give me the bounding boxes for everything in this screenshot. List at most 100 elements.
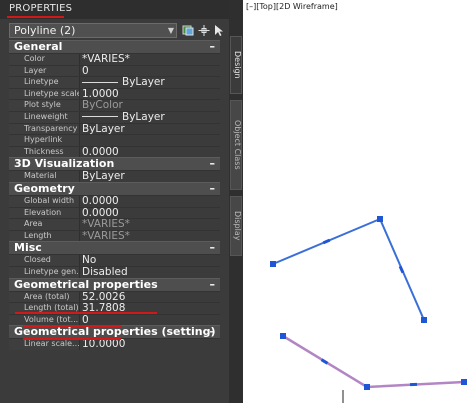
property-row[interactable]: Color *VARIES* — [9, 53, 220, 65]
midpoint-grip[interactable] — [398, 265, 405, 274]
property-row[interactable]: Linear scale... 10.0000 — [9, 338, 220, 350]
property-label: Plot style — [9, 100, 80, 111]
property-label: Closed — [9, 255, 80, 266]
toggle-pickadd-icon[interactable] — [181, 23, 195, 38]
palette-side-tabs: Design Object Class Display — [229, 0, 243, 403]
tab-display[interactable]: Display — [230, 196, 242, 256]
property-label: Linetype gen... — [9, 266, 80, 278]
tab-object-class[interactable]: Object Class — [230, 100, 242, 190]
property-value[interactable]: *VARIES* — [82, 231, 130, 242]
section-title: Geometrical properties — [14, 277, 158, 291]
vertex-grip[interactable] — [270, 261, 276, 267]
property-row[interactable]: Area *VARIES* — [9, 218, 220, 230]
section-header[interactable]: 3D Visualization – — [9, 157, 220, 171]
property-value-text: ByLayer — [122, 76, 165, 89]
property-row[interactable]: Transparency ByLayer — [9, 122, 220, 135]
property-value[interactable]: *VARIES* — [82, 54, 130, 65]
property-row[interactable]: Area (total) 52.0026 — [9, 290, 220, 303]
property-value[interactable]: *VARIES* — [82, 219, 130, 230]
property-row[interactable]: Lineweight ByLayer — [9, 110, 220, 123]
property-row[interactable]: Closed No — [9, 254, 220, 266]
property-row[interactable]: Thickness 0.0000 — [9, 145, 220, 158]
collapse-icon[interactable]: – — [210, 158, 216, 170]
property-label: Material — [9, 171, 80, 182]
property-value[interactable]: ByColor — [82, 100, 123, 111]
property-value[interactable]: 52.0026 — [82, 291, 125, 303]
section-header[interactable]: Misc – — [9, 241, 220, 255]
midpoint-grip[interactable] — [322, 238, 331, 245]
palette-title: PROPERTIES — [9, 3, 73, 14]
property-label: Global width — [9, 195, 80, 207]
section-header[interactable]: General – — [9, 40, 220, 53]
property-value[interactable]: 0 — [82, 65, 89, 77]
property-row[interactable]: Linetype gen... Disabled — [9, 265, 220, 278]
length-underline-annotation — [23, 338, 121, 340]
collapse-icon[interactable]: – — [210, 242, 216, 254]
property-row[interactable]: Linetype ByLayer — [9, 76, 220, 88]
property-value[interactable]: 10.0000 — [82, 339, 125, 350]
section-title: 3D Visualization — [14, 157, 115, 171]
property-row[interactable]: Material ByLayer — [9, 170, 220, 182]
property-row[interactable]: Global width 0.0000 — [9, 194, 220, 207]
property-row[interactable]: Volume (tot... 0 — [9, 313, 220, 326]
quick-select-icon[interactable] — [212, 23, 226, 38]
collapse-icon[interactable]: – — [210, 182, 216, 195]
drawing-canvas[interactable] — [243, 0, 474, 403]
property-label: Hyperlink — [9, 135, 80, 146]
section-header[interactable]: Geometrical properties – — [9, 277, 220, 291]
property-value[interactable]: 0.0000 — [82, 147, 119, 158]
collapse-icon[interactable]: – — [210, 278, 216, 291]
property-row[interactable]: Plot style ByColor — [9, 99, 220, 111]
properties-palette: PROPERTIES Polyline (2) ▼ General – Color *… — [0, 0, 229, 403]
section-title: General — [14, 40, 63, 53]
drawing-viewport[interactable]: [–][Top][2D Wireframe] — [243, 0, 474, 403]
property-row[interactable]: Length *VARIES* — [9, 229, 220, 242]
object-type-dropdown[interactable]: Polyline (2) ▼ — [9, 23, 177, 38]
midpoint-grip[interactable] — [409, 382, 418, 387]
property-row[interactable]: Layer 0 — [9, 64, 220, 77]
tab-object-class-label: Object Class — [233, 120, 242, 170]
property-value[interactable]: ByLayer — [82, 77, 165, 88]
midpoint-grip[interactable] — [320, 358, 329, 365]
property-row[interactable]: Elevation 0.0000 — [9, 206, 220, 219]
select-objects-icon[interactable] — [197, 23, 211, 38]
property-value[interactable]: No — [82, 255, 96, 266]
vertex-grip[interactable] — [461, 379, 467, 385]
object-type-value: Polyline (2) — [14, 24, 76, 37]
property-value[interactable]: 1.0000 — [82, 89, 119, 100]
section-header[interactable]: Geometry – — [9, 181, 220, 195]
property-value[interactable]: 0.0000 — [82, 196, 119, 207]
property-row[interactable]: Linetype scale 1.0000 — [9, 87, 220, 100]
property-label: Thickness — [9, 146, 80, 158]
vertex-grip[interactable] — [421, 317, 427, 323]
title-underline-annotation — [7, 16, 64, 18]
property-row[interactable]: Hyperlink — [9, 134, 220, 146]
collapse-icon[interactable]: – — [210, 41, 216, 53]
polyline-2[interactable] — [282, 334, 465, 389]
vertex-grip[interactable] — [280, 333, 286, 339]
property-label: Linetype — [9, 77, 80, 88]
property-label: Linetype scale — [9, 88, 80, 100]
section-underline-annotation — [15, 312, 157, 314]
property-value[interactable]: Disabled — [82, 267, 128, 278]
section-title: Misc — [14, 241, 42, 255]
area-underline-annotation — [23, 325, 121, 327]
property-label: Linear scale... — [9, 339, 80, 350]
line-sample-icon — [82, 116, 118, 118]
property-label: Volume (tot... — [9, 314, 80, 326]
property-value[interactable]: 0 — [82, 315, 89, 326]
property-label: Layer — [9, 65, 80, 77]
vertex-grip[interactable] — [364, 384, 370, 390]
property-value[interactable]: ByLayer — [82, 112, 165, 123]
property-value[interactable]: 0.0000 — [82, 207, 119, 219]
property-value-text: ByLayer — [122, 110, 165, 123]
line-sample-icon — [82, 81, 118, 83]
property-value[interactable]: ByLayer — [82, 171, 125, 182]
collapse-icon[interactable]: – — [210, 326, 216, 338]
section-header[interactable]: Geometrical properties (setting) – — [9, 325, 220, 339]
property-label: Transparency — [9, 123, 80, 135]
tab-design[interactable]: Design — [230, 36, 242, 94]
property-grid: General – Color *VARIES* Layer 0 Linetype ByLay… — [9, 40, 220, 350]
property-value[interactable]: ByLayer — [82, 123, 125, 135]
vertex-grip[interactable] — [377, 216, 383, 222]
